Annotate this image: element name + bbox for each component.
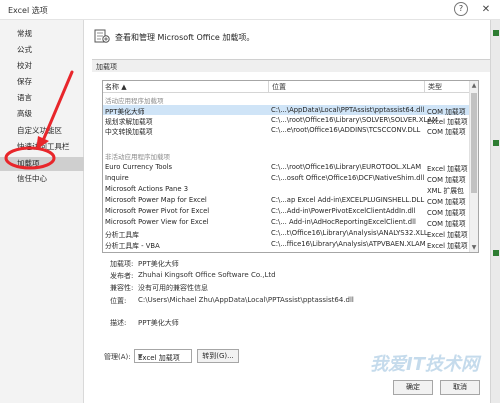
table-row[interactable]: PPT美化大师 C:\...\AppData\Local\PPTAssist\p… (103, 105, 471, 116)
addins-section-header: 加载项 (92, 59, 490, 72)
group-header-active: 活动应用程序加载项 (105, 97, 164, 105)
table-row[interactable]: Inquire C:\...osoft Office\Office16\DCF\… (103, 173, 471, 184)
addin-type: COM 加载项 (427, 176, 466, 184)
detail-publisher-label: 发布者: (110, 272, 134, 280)
addin-name: Microsoft Power View for Excel (105, 218, 209, 226)
addin-type: COM 加载项 (427, 198, 466, 206)
watermark: 我爱IT技术网 (370, 354, 479, 375)
detail-addin-label: 加载项: (110, 260, 134, 268)
group-header-inactive: 非活动应用程序加载项 (105, 153, 170, 161)
table-row[interactable]: 分析工具库 - VBA C:\...ffice16\Library\Analys… (103, 239, 471, 250)
detail-location-value: C:\Users\Michael Zhu\AppData\Local\PPTAs… (138, 296, 354, 304)
addin-location: C:\...osoft Office\Office16\DCF\NativeSh… (271, 174, 425, 182)
help-button[interactable]: ? (454, 2, 468, 16)
addin-location: C:\...Add-in\PowerPivotExcelClientAddIn.… (271, 207, 416, 215)
sidebar-item-language[interactable]: 语言 (0, 91, 84, 105)
sidebar-item-formulas[interactable]: 公式 (0, 43, 84, 57)
sidebar: 常规 公式 校对 保存 语言 高级 自定义功能区 快速访问工具栏 加载项 信任中… (0, 20, 84, 403)
addin-name: 分析工具库 - VBA (105, 242, 160, 250)
table-row[interactable]: Euro Currency Tools C:\...\root\Office16… (103, 162, 471, 173)
addin-name: Euro Currency Tools (105, 163, 173, 171)
addin-type: Excel 加载项 (427, 165, 468, 173)
addin-type: XML 扩展包 (427, 187, 464, 195)
addin-location: C:\...ffice16\Library\Analysis\ATPVBAEN.… (271, 240, 426, 248)
title-bar: Excel 选项 ? ✕ (0, 0, 500, 20)
detail-desc-label: 描述: (110, 319, 127, 327)
cancel-button[interactable]: 取消 (440, 380, 480, 395)
table-scrollbar[interactable]: ▲ ▼ (469, 81, 478, 252)
chevron-down-icon: ▼ (138, 353, 143, 360)
scroll-thumb[interactable] (471, 93, 477, 193)
sidebar-item-proofing[interactable]: 校对 (0, 59, 84, 73)
detail-addin-value: PPT美化大师 (138, 260, 179, 268)
addin-location: C:\...\root\Office16\Library\SOLVER\SOLV… (271, 116, 438, 124)
excel-cell-marker (493, 30, 499, 36)
scroll-up-arrow-icon[interactable]: ▲ (470, 81, 478, 90)
ok-button[interactable]: 确定 (393, 380, 433, 395)
sidebar-item-general[interactable]: 常规 (0, 27, 84, 41)
sidebar-item-save[interactable]: 保存 (0, 75, 84, 89)
manage-dropdown[interactable]: Excel 加载项 ▼ (134, 349, 192, 363)
addin-type: COM 加载项 (427, 209, 466, 217)
addins-table: 名称 ▲ 位置 类型 活动应用程序加载项 PPT美化大师 C:\...\AppD… (102, 80, 479, 253)
addin-name: 中文转换加载项 (105, 128, 153, 136)
addin-location: C:\...t\Office16\Library\Analysis\ANALYS… (271, 229, 428, 237)
table-row[interactable]: 中文转换加载项 C:\...e\root\Office16\ADDINS\TCS… (103, 125, 471, 136)
sidebar-item-advanced[interactable]: 高级 (0, 107, 84, 121)
table-row[interactable]: Microsoft Power Map for Excel C:\...ap E… (103, 195, 471, 206)
column-header-location[interactable]: 位置 (272, 82, 286, 92)
column-divider (268, 81, 269, 93)
section-title: 加载项 (96, 63, 117, 71)
page-header: 查看和管理 Microsoft Office 加载项。 (115, 33, 255, 42)
column-header-type[interactable]: 类型 (428, 82, 442, 92)
close-button[interactable]: ✕ (478, 2, 494, 18)
addin-type: Excel 加载项 (427, 231, 468, 239)
excel-cell-marker (493, 140, 499, 146)
addin-location: C:\...\AppData\Local\PPTAssist\pptassist… (271, 106, 425, 114)
column-divider (424, 81, 425, 93)
detail-publisher-value: Zhuhai Kingsoft Office Software Co.,Ltd (138, 271, 276, 279)
manage-label: 管理(A): (104, 353, 131, 361)
column-header-name[interactable]: 名称 ▲ (105, 82, 127, 92)
addin-name: Microsoft Actions Pane 3 (105, 185, 189, 193)
table-row[interactable]: 分析工具库 C:\...t\Office16\Library\Analysis\… (103, 228, 471, 239)
table-row[interactable]: Microsoft Power Pivot for Excel C:\...Ad… (103, 206, 471, 217)
go-button[interactable]: 转到(G)... (197, 349, 239, 363)
addin-type: Excel 加载项 (427, 242, 468, 250)
excel-cell-marker (493, 250, 499, 256)
addin-location: C:\...e\root\Office16\ADDINS\TCSCCONV.DL… (271, 126, 421, 134)
background-excel-edge (490, 20, 500, 403)
sidebar-item-customize-ribbon[interactable]: 自定义功能区 (0, 124, 84, 138)
detail-compat-label: 兼容性: (110, 284, 134, 292)
addin-type: COM 加载项 (427, 128, 466, 136)
sidebar-item-quick-access-toolbar[interactable]: 快速访问工具栏 (0, 140, 84, 154)
window-title: Excel 选项 (8, 6, 48, 15)
addin-name: 分析工具库 (105, 231, 139, 239)
addins-header-icon (94, 29, 110, 43)
addin-type: COM 加载项 (427, 220, 466, 228)
table-row[interactable]: 规划求解加载项 C:\...\root\Office16\Library\SOL… (103, 115, 471, 126)
addin-location: C:\... Add-in\AdHocReportingExcelClient.… (271, 218, 416, 226)
table-row[interactable]: Microsoft Actions Pane 3 XML 扩展包 (103, 184, 471, 195)
sidebar-item-trust-center[interactable]: 信任中心 (0, 172, 84, 186)
table-header: 名称 ▲ 位置 类型 (103, 81, 471, 93)
detail-desc-value: PPT美化大师 (138, 319, 179, 327)
detail-compat-value: 没有可用的兼容性信息 (138, 284, 208, 292)
addin-name: Microsoft Power Pivot for Excel (105, 207, 210, 215)
sidebar-item-addins[interactable]: 加载项 (0, 157, 84, 171)
addin-name: Inquire (105, 174, 129, 182)
scroll-down-arrow-icon[interactable]: ▼ (470, 243, 478, 252)
detail-location-label: 位置: (110, 297, 127, 305)
addin-name: Microsoft Power Map for Excel (105, 196, 207, 204)
addin-location: C:\...\root\Office16\Library\EUROTOOL.XL… (271, 163, 422, 171)
addin-location: C:\...ap Excel Add-in\EXCELPLUGINSHELL.D… (271, 196, 425, 204)
table-row[interactable]: Microsoft Power View for Excel C:\... Ad… (103, 217, 471, 228)
